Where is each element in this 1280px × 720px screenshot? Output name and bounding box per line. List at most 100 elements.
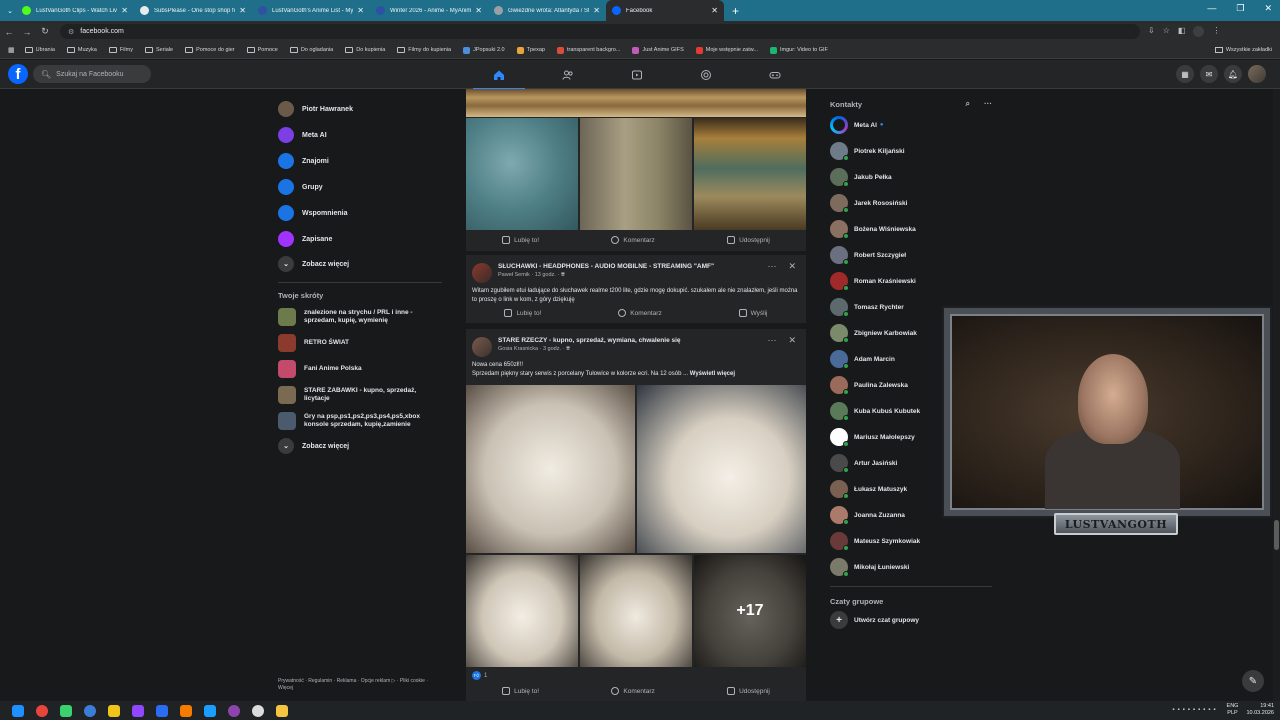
comment-button[interactable]: Komentarz [618, 309, 662, 317]
sidebar-item[interactable]: Piotr Hawranek [270, 96, 450, 122]
account-avatar[interactable] [1248, 65, 1266, 83]
shortcut-item[interactable]: RETRO ŚWIAT [270, 330, 450, 356]
tray-icons[interactable]: ▪▪▪▪▪▪▪▪▪ [1172, 707, 1218, 713]
bookmark-item[interactable]: Pomoce do gier [185, 47, 235, 53]
share-button[interactable]: Udostępnij [727, 236, 770, 244]
steam-icon[interactable] [204, 704, 216, 717]
post-time[interactable]: 3 godz. [543, 346, 561, 352]
browser-tab[interactable]: LustVanGoth's Anime List - My ✕ [252, 0, 370, 21]
post-photo[interactable] [466, 555, 578, 667]
close-icon[interactable]: ✕ [788, 261, 796, 272]
browser-tab[interactable]: LustVanGoth Clips - Watch Live ✕ [16, 0, 134, 21]
more-options-icon[interactable]: ··· [767, 261, 776, 272]
bookmark-item[interactable]: Imgur: Video to GIF [770, 46, 828, 54]
shortcut-item[interactable]: Gry na psp,ps1,ps2,ps3,ps4,ps5,xbox kons… [270, 408, 450, 434]
comment-button[interactable]: Komentarz [611, 687, 655, 695]
contact-item[interactable]: Mateusz Szymkowiak [826, 528, 996, 554]
apps-grid-icon[interactable]: ▦ [8, 46, 15, 54]
see-more-button[interactable]: ⌄ Zobacz więcej [270, 252, 450, 276]
close-tab-icon[interactable]: ✕ [121, 6, 128, 15]
tab-search-icon[interactable]: ⌄ [4, 0, 16, 21]
post-photo[interactable] [466, 385, 635, 553]
send-button[interactable]: Wyślij [738, 309, 768, 317]
see-more-link[interactable]: Wyświetl więcej [690, 371, 735, 377]
file-explorer-icon[interactable] [276, 704, 288, 717]
tab-gaming[interactable] [745, 60, 805, 89]
like-button[interactable]: Lubię to! [504, 309, 541, 317]
like-button[interactable]: Lubię to! [502, 687, 539, 695]
forward-icon[interactable]: → [18, 27, 36, 37]
bookmark-item[interactable]: Do ogladania [289, 47, 333, 53]
post-photo[interactable]: +17 [694, 555, 806, 667]
group-avatar[interactable] [472, 263, 492, 283]
sidebar-item[interactable]: Grupy [270, 174, 450, 200]
group-avatar[interactable] [472, 337, 492, 357]
scrollbar-thumb[interactable] [1274, 520, 1279, 550]
tab-marketplace[interactable] [676, 60, 736, 89]
new-tab-button[interactable]: + [732, 4, 739, 18]
post-time[interactable]: 13 godz. [535, 272, 556, 278]
contact-item[interactable]: Robert Szczygieł [826, 242, 996, 268]
create-group-chat-button[interactable]: + Utwórz czat grupowy [826, 609, 996, 631]
obs-icon[interactable] [252, 704, 264, 717]
bookmark-star-icon[interactable]: ☆ [1163, 26, 1170, 37]
contact-item[interactable]: Meta AI ● [826, 112, 996, 138]
close-tab-icon[interactable]: ✕ [593, 6, 600, 15]
search-icon[interactable]: ⌕ [966, 99, 970, 109]
app-icon[interactable] [108, 704, 120, 717]
messenger-icon[interactable]: ✉ [1200, 65, 1218, 83]
bookmark-item[interactable]: Pomoce [246, 47, 278, 53]
app-icon[interactable] [156, 704, 168, 717]
facebook-search-input[interactable]: 🔍︎ Szukaj na Facebooku [33, 65, 151, 83]
menu-kebab-icon[interactable]: ⋮ [1212, 26, 1220, 37]
post-photo[interactable] [466, 118, 578, 230]
share-button[interactable]: Udostępnij [727, 687, 770, 695]
bookmark-item[interactable]: JPopsuki 2.0 [463, 46, 505, 54]
profile-avatar-icon[interactable] [1193, 26, 1205, 37]
footer-links[interactable]: Prywatność · Regulamin · Reklama · Opcje… [278, 678, 443, 692]
more-options-icon[interactable]: ··· [984, 99, 992, 109]
like-button[interactable]: Lubię to! [502, 236, 539, 244]
facebook-logo-icon[interactable]: f [8, 64, 28, 84]
bookmark-item[interactable]: transparent backgro... [556, 46, 620, 54]
bookmark-item[interactable]: Muzyka [66, 47, 97, 53]
app-icon[interactable] [60, 704, 72, 717]
sidebar-item[interactable]: Zapisane [270, 226, 450, 252]
author-name[interactable]: Paweł Semik [498, 272, 530, 278]
vlc-icon[interactable] [180, 704, 192, 717]
close-tab-icon[interactable]: ✕ [475, 6, 482, 15]
close-window-icon[interactable]: ✕ [1264, 3, 1272, 14]
close-tab-icon[interactable]: ✕ [711, 6, 718, 15]
close-icon[interactable]: ✕ [788, 335, 796, 346]
menu-grid-icon[interactable]: ▦ [1176, 65, 1194, 83]
post-photo[interactable] [694, 118, 806, 230]
comment-button[interactable]: Komentarz [611, 236, 655, 244]
group-name[interactable]: SŁUCHAWKI - HEADPHONES - AUDIO MOBILNE -… [498, 263, 714, 270]
app-icon[interactable] [228, 704, 240, 717]
sidebar-item[interactable]: Znajomi [270, 148, 450, 174]
shortcut-item[interactable]: STARE ZABAWKI - kupno, sprzedaż, licytac… [270, 382, 450, 408]
bookmark-item[interactable]: Tpexap [516, 46, 545, 54]
shortcuts-see-more-button[interactable]: ⌄ Zobacz więcej [270, 434, 450, 458]
minimize-icon[interactable]: — [1207, 3, 1216, 14]
tab-video[interactable] [607, 60, 667, 89]
browser-tab[interactable]: Gwiezdne wrota: Atlantyda / St ✕ [488, 0, 606, 21]
clock[interactable]: 19:41 10.03.2026 [1246, 703, 1274, 717]
browser-tab[interactable]: Facebook ✕ [606, 0, 724, 21]
install-app-icon[interactable]: ⇩ [1148, 26, 1155, 37]
sidebar-item[interactable]: Meta AI [270, 122, 450, 148]
shortcut-item[interactable]: Fani Anime Polska [270, 356, 450, 382]
site-info-icon[interactable]: ⚙ [68, 28, 74, 36]
tab-home[interactable] [469, 60, 529, 90]
bookmark-item[interactable]: Seriale [144, 47, 173, 53]
maximize-icon[interactable]: ❐ [1236, 3, 1244, 14]
shortcut-item[interactable]: znalezione na strychu / PRL i inne - spr… [270, 304, 450, 330]
bookmark-item[interactable]: Ubrania [24, 47, 55, 53]
chrome-icon[interactable] [36, 704, 48, 717]
reload-icon[interactable]: ↻ [36, 26, 54, 37]
scrollbar[interactable] [1273, 89, 1280, 701]
post-photo[interactable] [466, 89, 806, 117]
more-options-icon[interactable]: ··· [767, 335, 776, 346]
browser-tab[interactable]: Winter 2026 - Anime - MyAnim ✕ [370, 0, 488, 21]
back-icon[interactable]: ← [0, 27, 18, 37]
